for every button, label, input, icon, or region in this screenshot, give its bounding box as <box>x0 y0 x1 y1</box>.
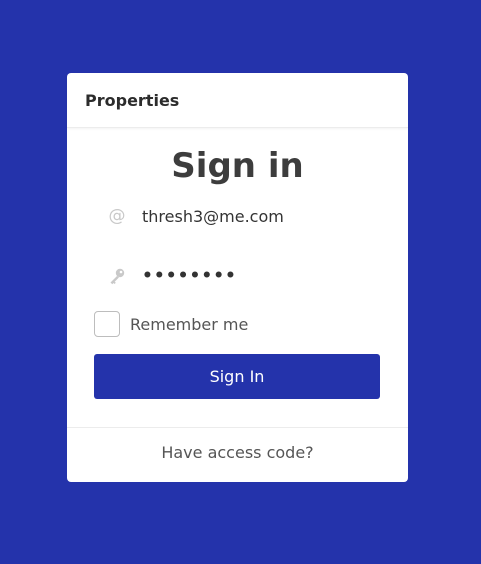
password-value[interactable]: •••••••• <box>142 266 237 286</box>
email-field[interactable]: @ thresh3@me.com <box>107 203 380 229</box>
remember-me-label[interactable]: Remember me <box>130 315 248 334</box>
footer-divider <box>67 427 408 428</box>
sign-in-button[interactable]: Sign In <box>94 354 380 399</box>
remember-me-row[interactable]: Remember me <box>94 311 248 337</box>
password-field[interactable]: •••••••• <box>107 263 380 289</box>
key-icon <box>107 267 127 285</box>
card-header-title: Properties <box>85 90 180 110</box>
sign-in-card: Properties Sign in @ thresh3@me.com ••••… <box>67 73 408 482</box>
at-icon: @ <box>108 206 126 226</box>
card-header: Properties <box>67 73 408 128</box>
email-value[interactable]: thresh3@me.com <box>142 207 284 226</box>
remember-me-checkbox[interactable] <box>94 311 120 337</box>
page-background: { "card": { "header_title": "Properties"… <box>0 0 481 564</box>
access-code-link[interactable]: Have access code? <box>67 443 408 462</box>
page-title: Sign in <box>171 146 304 186</box>
